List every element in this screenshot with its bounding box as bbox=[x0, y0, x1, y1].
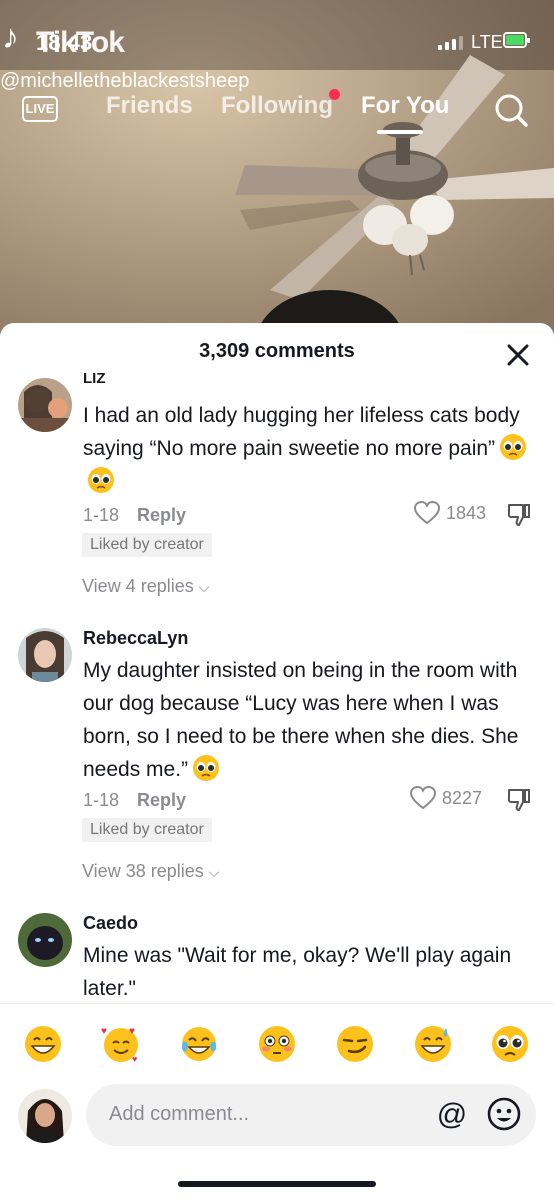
pleading-face-icon bbox=[500, 434, 527, 460]
flushed-face-icon[interactable] bbox=[257, 1024, 297, 1064]
status-time: 18:43 bbox=[36, 30, 93, 55]
battery-icon bbox=[503, 32, 530, 48]
comment-text-content: I had an old lady hugging her lifeless c… bbox=[83, 404, 520, 460]
svg-text:♥: ♥ bbox=[101, 1026, 107, 1037]
smirking-face-icon[interactable] bbox=[335, 1024, 375, 1064]
like-button[interactable]: 1843 bbox=[414, 501, 486, 525]
pleading-face-icon bbox=[193, 755, 220, 781]
video-background[interactable]: ♪ TikTok 18:43 LTE @michelletheblackests… bbox=[0, 0, 554, 340]
view-replies-label: View 38 replies bbox=[82, 861, 204, 881]
svg-text:♥: ♥ bbox=[129, 1026, 135, 1037]
avatar-rebeccalyn-image bbox=[18, 628, 72, 682]
network-type: LTE bbox=[471, 32, 503, 52]
search-icon[interactable] bbox=[493, 92, 529, 128]
liked-by-creator-badge: Liked by creator bbox=[82, 818, 212, 842]
avatar-caedo-image bbox=[18, 913, 72, 967]
comment-input-placeholder: Add comment... bbox=[109, 1103, 250, 1125]
video-username[interactable]: @michelletheblackestsheep bbox=[0, 70, 249, 93]
close-icon[interactable] bbox=[505, 342, 531, 368]
my-avatar-image bbox=[18, 1089, 72, 1143]
tab-friends[interactable]: Friends bbox=[106, 92, 193, 120]
emoji-picker-icon[interactable] bbox=[486, 1096, 522, 1132]
comment-username[interactable]: Caedo bbox=[83, 913, 138, 934]
comment-text-content: My daughter insisted on being in the roo… bbox=[83, 659, 519, 781]
mention-icon[interactable]: @ bbox=[434, 1097, 470, 1133]
tab-following[interactable]: Following bbox=[221, 92, 333, 120]
signal-strength-icon bbox=[438, 34, 463, 50]
heart-icon bbox=[410, 786, 436, 810]
comment-date: 1-18 bbox=[83, 790, 120, 810]
comments-sheet: 3,309 comments Liz I had an old lady hug… bbox=[0, 323, 554, 1200]
view-replies-label: View 4 replies bbox=[82, 576, 194, 596]
tab-for-you[interactable]: For You bbox=[361, 92, 449, 120]
live-button[interactable]: LIVE bbox=[22, 96, 58, 122]
svg-text:♥: ♥ bbox=[132, 1054, 137, 1064]
liked-by-creator-badge: Liked by creator bbox=[82, 533, 212, 557]
reply-button[interactable]: Reply bbox=[137, 790, 186, 811]
dislike-icon[interactable] bbox=[506, 502, 532, 528]
comment-text: My daughter insisted on being in the roo… bbox=[83, 654, 538, 786]
view-replies-button[interactable]: View 38 replies ⌵ bbox=[82, 861, 219, 882]
emoji-quick-bar: ♥ ♥ ♥ bbox=[0, 1003, 554, 1084]
comments-count-title: 3,309 comments bbox=[199, 340, 355, 362]
like-count: 1843 bbox=[446, 502, 487, 523]
comment-text: Mine was "Wait for me, okay? We'll play … bbox=[83, 944, 512, 1000]
like-button[interactable]: 8227 bbox=[410, 786, 482, 810]
notification-dot bbox=[329, 89, 340, 100]
avatar[interactable] bbox=[18, 913, 72, 967]
reply-button[interactable]: Reply bbox=[137, 505, 186, 526]
grinning-face-icon[interactable] bbox=[23, 1024, 63, 1064]
avatar[interactable] bbox=[18, 378, 72, 432]
comment-text: I had an old lady hugging her lifeless c… bbox=[83, 399, 538, 498]
avatar-liz-image bbox=[18, 378, 72, 432]
pleading-face-icon[interactable] bbox=[490, 1024, 530, 1064]
comment-date: 1-18 bbox=[83, 505, 120, 525]
chevron-down-icon: ⌵ bbox=[198, 579, 210, 595]
dislike-icon[interactable] bbox=[506, 787, 532, 813]
view-replies-button[interactable]: View 4 replies ⌵ bbox=[82, 576, 209, 597]
grinning-face-with-sweat-icon[interactable] bbox=[413, 1024, 453, 1064]
comment-username[interactable]: Liz bbox=[83, 370, 106, 387]
active-tab-underline bbox=[377, 130, 423, 134]
pleading-face-icon bbox=[88, 467, 114, 493]
avatar[interactable] bbox=[18, 1089, 72, 1143]
home-indicator bbox=[178, 1181, 376, 1187]
face-with-tears-of-joy-icon[interactable] bbox=[179, 1024, 219, 1064]
avatar[interactable] bbox=[18, 628, 72, 682]
like-count: 8227 bbox=[442, 787, 483, 808]
tiktok-logo-icon: ♪ bbox=[2, 18, 19, 56]
comment-input[interactable]: Add comment... @ bbox=[86, 1084, 536, 1146]
chevron-down-icon: ⌵ bbox=[208, 864, 220, 880]
heart-icon bbox=[414, 501, 440, 525]
comment-username[interactable]: RebeccaLyn bbox=[83, 628, 188, 649]
smiling-face-with-hearts-icon[interactable]: ♥ ♥ ♥ bbox=[101, 1024, 141, 1064]
